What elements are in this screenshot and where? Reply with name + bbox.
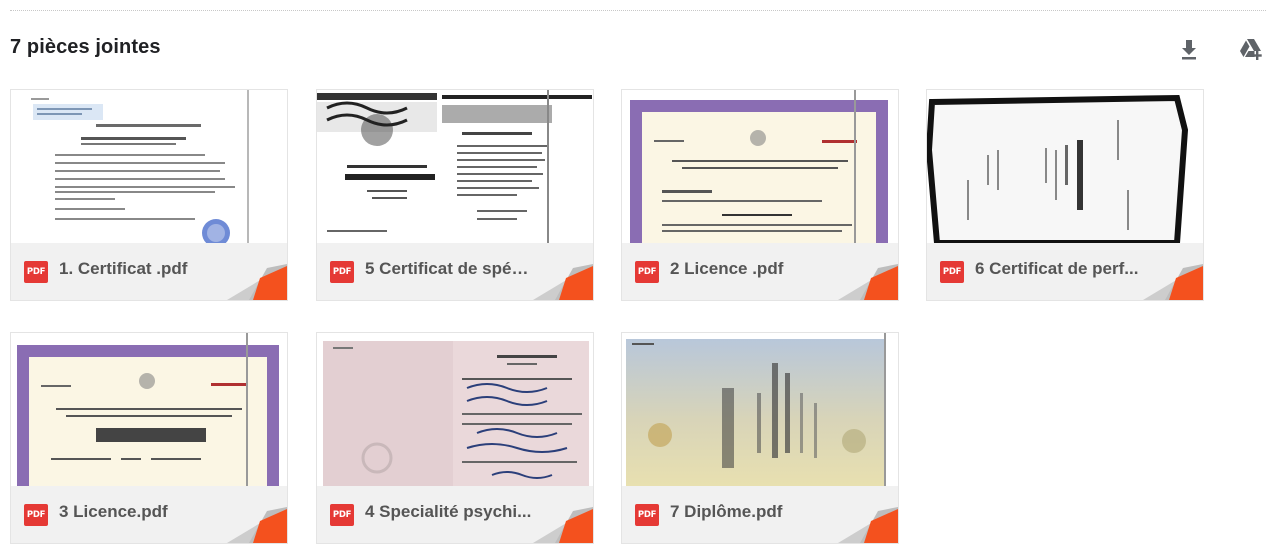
page-curl-icon [533, 264, 593, 300]
page-curl-icon [533, 507, 593, 543]
download-all-icon[interactable] [1176, 36, 1202, 62]
page-curl-icon [1143, 264, 1203, 300]
attachment-thumbnail[interactable] [317, 333, 593, 486]
attachment-filename[interactable]: 7 Diplôme.pdf [670, 502, 840, 522]
attachment-filename[interactable]: 4 Specialité psychi... [365, 502, 535, 522]
attachment-thumbnail[interactable] [622, 90, 898, 243]
save-to-drive-icon[interactable] [1238, 36, 1264, 62]
attachment-card[interactable]: PDF 6 Certificat de perf... [926, 89, 1204, 301]
attachment-thumbnail[interactable] [11, 333, 287, 486]
pdf-icon: PDF [330, 261, 354, 283]
attachment-filename[interactable]: 3 Licence.pdf [59, 502, 229, 522]
attachment-footer[interactable]: PDF 5 Certificat de spéc... [317, 243, 593, 300]
pdf-icon: PDF [635, 261, 659, 283]
attachment-filename[interactable]: 2 Licence .pdf [670, 259, 840, 279]
attachment-thumbnail[interactable] [11, 90, 287, 243]
attachment-card[interactable]: PDF 1. Certificat .pdf [10, 89, 288, 301]
attachment-card[interactable]: PDF 3 Licence.pdf [10, 332, 288, 544]
attachment-card[interactable]: PDF 5 Certificat de spéc... [316, 89, 594, 301]
attachments-title: 7 pièces jointes [10, 36, 161, 58]
page-curl-icon [838, 507, 898, 543]
pdf-icon: PDF [940, 261, 964, 283]
pdf-icon: PDF [24, 261, 48, 283]
attachment-footer[interactable]: PDF 3 Licence.pdf [11, 486, 287, 543]
attachments-panel: 7 pièces jointes PDF 1. Certificat .pdf … [0, 0, 1280, 551]
pdf-icon: PDF [330, 504, 354, 526]
attachment-card[interactable]: PDF 7 Diplôme.pdf [621, 332, 899, 544]
pdf-icon: PDF [635, 504, 659, 526]
attachment-thumbnail[interactable] [317, 90, 593, 243]
attachment-footer[interactable]: PDF 4 Specialité psychi... [317, 486, 593, 543]
attachment-footer[interactable]: PDF 6 Certificat de perf... [927, 243, 1203, 300]
attachment-thumbnail[interactable] [622, 333, 898, 486]
attachment-footer[interactable]: PDF 7 Diplôme.pdf [622, 486, 898, 543]
attachment-filename[interactable]: 5 Certificat de spéc... [365, 259, 535, 279]
attachment-footer[interactable]: PDF 2 Licence .pdf [622, 243, 898, 300]
attachment-thumbnail[interactable] [927, 90, 1203, 243]
page-curl-icon [227, 264, 287, 300]
pdf-icon: PDF [24, 504, 48, 526]
attachment-filename[interactable]: 6 Certificat de perf... [975, 259, 1145, 279]
attachment-footer[interactable]: PDF 1. Certificat .pdf [11, 243, 287, 300]
attachment-card[interactable]: PDF 2 Licence .pdf [621, 89, 899, 301]
divider [10, 10, 1266, 11]
page-curl-icon [838, 264, 898, 300]
attachment-filename[interactable]: 1. Certificat .pdf [59, 259, 229, 279]
attachment-card[interactable]: PDF 4 Specialité psychi... [316, 332, 594, 544]
page-curl-icon [227, 507, 287, 543]
